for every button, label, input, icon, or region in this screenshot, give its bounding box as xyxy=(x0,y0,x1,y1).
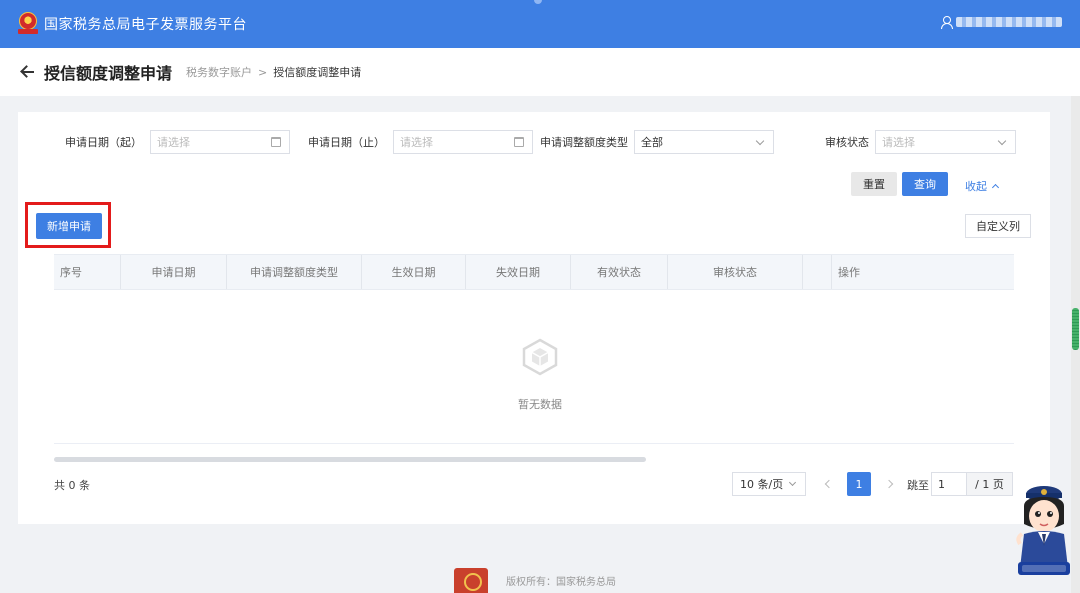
total-count: 共 0 条 xyxy=(54,479,90,492)
footer: 版权所有：国家税务总局 xyxy=(454,568,616,593)
prev-page-icon[interactable] xyxy=(822,478,834,490)
scrollbar-thumb[interactable] xyxy=(1072,308,1079,350)
chevron-down-icon xyxy=(997,136,1007,146)
chevron-down-icon xyxy=(755,136,765,146)
filter-end-date: 申请日期（止） 请选择 xyxy=(308,130,533,154)
review-status-placeholder: 请选择 xyxy=(882,136,915,149)
customize-columns-button[interactable]: 自定义列 xyxy=(965,214,1031,238)
filter-review-status: 审核状态 请选择 xyxy=(825,130,1016,154)
column-header-adjust-type: 申请调整额度类型 xyxy=(227,255,362,289)
breadcrumb-item-current: 授信额度调整申请 xyxy=(273,66,362,79)
column-header-review-status: 审核状态 xyxy=(668,255,803,289)
column-header-expiry-date: 失效日期 xyxy=(466,255,571,289)
review-status-select[interactable]: 请选择 xyxy=(875,130,1016,154)
masked-username xyxy=(956,17,1062,27)
chevron-up-icon xyxy=(991,183,1000,192)
reset-button[interactable]: 重置 xyxy=(851,172,897,196)
column-header-apply-date: 申请日期 xyxy=(121,255,227,289)
end-date-picker[interactable]: 请选择 xyxy=(393,130,533,154)
column-header-index: 序号 xyxy=(54,255,121,289)
total-pages: / 1 页 xyxy=(967,472,1013,496)
start-date-placeholder: 请选择 xyxy=(157,136,190,149)
query-button[interactable]: 查询 xyxy=(902,172,948,196)
goto-label: 跳至 xyxy=(907,479,929,492)
filter-start-date: 申请日期（起） 请选择 xyxy=(65,130,290,154)
vertical-scrollbar[interactable] xyxy=(1071,96,1080,593)
calendar-icon xyxy=(514,137,524,147)
collapse-toggle[interactable]: 收起 xyxy=(965,178,1000,194)
breadcrumb-item-tax-account[interactable]: 税务数字账户 xyxy=(186,64,252,80)
review-status-label: 审核状态 xyxy=(825,136,869,149)
table-header: 序号 申请日期 申请调整额度类型 生效日期 失效日期 有效状态 审核状态 操作 xyxy=(54,254,1014,290)
column-header-valid-status: 有效状态 xyxy=(571,255,668,289)
new-application-button[interactable]: 新增申请 xyxy=(36,213,102,239)
user-menu[interactable] xyxy=(940,16,1062,29)
column-header-effective-date: 生效日期 xyxy=(362,255,466,289)
collapse-label: 收起 xyxy=(965,180,987,193)
adjust-type-label: 申请调整额度类型 xyxy=(540,136,628,149)
assistant-mascot-icon[interactable] xyxy=(1016,484,1072,578)
calendar-icon xyxy=(271,137,281,147)
next-page-icon[interactable] xyxy=(884,478,896,490)
app-title: 国家税务总局电子发票服务平台 xyxy=(44,17,247,33)
filter-adjust-type: 申请调整额度类型 全部 xyxy=(540,130,774,154)
horizontal-scrollbar[interactable] xyxy=(54,457,646,462)
tax-emblem-footer-icon xyxy=(454,568,488,593)
page-header: 授信额度调整申请 税务数字账户 > 授信额度调整申请 xyxy=(0,48,1080,96)
adjust-type-select[interactable]: 全部 xyxy=(634,130,774,154)
top-navbar: 国家税务总局电子发票服务平台 xyxy=(0,0,1080,48)
breadcrumb-separator: > xyxy=(258,65,268,79)
column-header-actions: 操作 xyxy=(838,266,860,279)
adjust-type-value: 全部 xyxy=(641,136,663,149)
user-icon xyxy=(940,16,953,29)
page-title: 授信额度调整申请 xyxy=(44,64,173,83)
copyright-text: 版权所有：国家税务总局 xyxy=(506,577,616,588)
top-notch xyxy=(534,0,542,4)
start-date-picker[interactable]: 请选择 xyxy=(150,130,290,154)
start-date-label: 申请日期（起） xyxy=(65,136,142,149)
end-date-label: 申请日期（止） xyxy=(308,136,385,149)
back-arrow-icon[interactable] xyxy=(20,64,36,80)
breadcrumb: 税务数字账户 > 授信额度调整申请 xyxy=(186,64,361,80)
empty-box-icon xyxy=(522,338,558,376)
tax-emblem-logo xyxy=(16,12,40,36)
empty-state-text: 暂无数据 xyxy=(518,398,562,411)
table-divider xyxy=(54,443,1014,444)
chevron-down-icon xyxy=(788,478,797,487)
page-size-value: 10 条/页 xyxy=(740,478,784,491)
page-number-current[interactable]: 1 xyxy=(847,472,871,496)
page-size-select[interactable]: 10 条/页 xyxy=(732,472,806,496)
column-header-hidden xyxy=(803,255,832,289)
end-date-placeholder: 请选择 xyxy=(400,136,433,149)
goto-page-input[interactable]: 1 xyxy=(931,472,967,496)
